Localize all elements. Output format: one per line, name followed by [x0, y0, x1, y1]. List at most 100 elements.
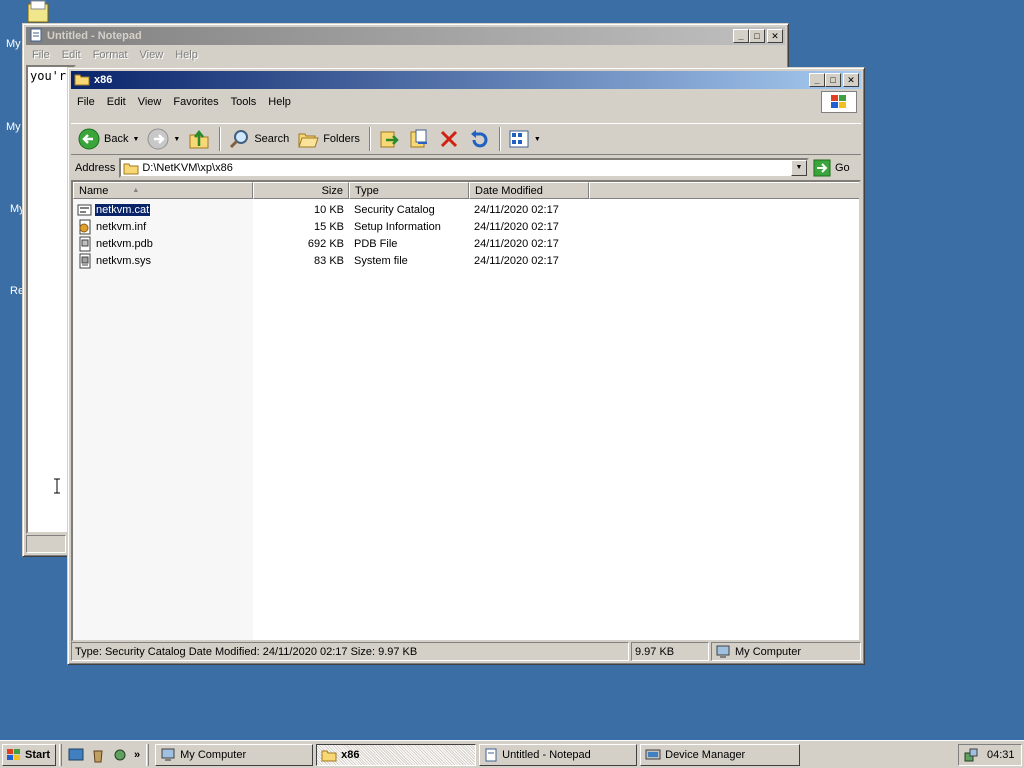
- task-label: x86: [341, 748, 360, 761]
- copy-to-icon: [410, 129, 427, 148]
- file-name-cell: netkvm.cat: [73, 202, 253, 218]
- copy-to-button[interactable]: [405, 126, 433, 152]
- file-icon: [79, 236, 91, 251]
- search-icon: [230, 130, 249, 149]
- start-label: Start: [25, 748, 51, 761]
- column-name-label: Name: [79, 184, 109, 197]
- search-button[interactable]: Search: [225, 126, 292, 152]
- maximize-button[interactable]: □: [825, 73, 841, 87]
- quick-launch-overflow[interactable]: »: [134, 749, 140, 761]
- file-type: System file: [354, 254, 408, 267]
- task-notepad[interactable]: Untitled - Notepad: [479, 743, 638, 766]
- notepad-titlebar[interactable]: Untitled - Notepad _ □ ✕: [26, 27, 785, 45]
- list-header: Name ▲ Size Type Date Modified: [73, 182, 859, 199]
- menu-edit[interactable]: Edit: [56, 49, 87, 61]
- notepad-statusbar: [26, 535, 66, 553]
- menu-format[interactable]: Format: [87, 49, 134, 61]
- minimize-button[interactable]: _: [809, 73, 825, 87]
- table-row[interactable]: netkvm.cat 10 KB Security Catalog 24/11/…: [73, 201, 859, 218]
- file-name[interactable]: netkvm.pdb: [95, 238, 154, 250]
- address-dropdown-button[interactable]: ▼: [791, 159, 807, 176]
- clock[interactable]: 04:31: [987, 749, 1015, 761]
- folders-label: Folders: [323, 133, 360, 145]
- quick-launch: »: [65, 747, 143, 763]
- folders-button[interactable]: Folders: [294, 126, 363, 152]
- go-button[interactable]: Go: [813, 159, 857, 177]
- move-to-button[interactable]: [375, 126, 403, 152]
- task-x86[interactable]: x86: [316, 743, 477, 766]
- table-row[interactable]: netkvm.sys 83 KB System file 24/11/2020 …: [73, 252, 859, 269]
- go-arrow-icon: [813, 159, 831, 176]
- go-label: Go: [835, 161, 850, 174]
- desktop-label-2[interactable]: My: [6, 121, 21, 133]
- address-label: Address: [75, 161, 116, 174]
- menu-tools[interactable]: Tools: [225, 96, 263, 108]
- file-size: 692 KB: [307, 237, 344, 250]
- address-value: D:\NetKVM\xp\x86: [142, 161, 233, 174]
- task-device-manager[interactable]: Device Manager: [640, 743, 801, 766]
- menu-file[interactable]: File: [26, 49, 56, 61]
- table-row[interactable]: netkvm.pdb 692 KB PDB File 24/11/2020 02…: [73, 235, 859, 252]
- network-icon[interactable]: [963, 747, 979, 763]
- up-folder-button[interactable]: [185, 126, 213, 152]
- column-header-filler: [589, 182, 859, 199]
- undo-button[interactable]: [465, 126, 493, 152]
- task-label: Device Manager: [665, 748, 746, 761]
- menu-file[interactable]: File: [71, 96, 101, 108]
- file-list[interactable]: Name ▲ Size Type Date Modified netkvm.ca…: [71, 180, 861, 642]
- menu-help[interactable]: Help: [169, 49, 204, 61]
- desktop-icon-documents[interactable]: [24, 0, 52, 24]
- chevron-down-icon[interactable]: ▼: [173, 136, 180, 143]
- task-my-computer[interactable]: My Computer: [155, 743, 314, 766]
- file-size: 15 KB: [314, 220, 344, 233]
- maximize-button[interactable]: □: [749, 29, 765, 43]
- column-header-type[interactable]: Type: [349, 182, 469, 199]
- back-button[interactable]: Back ▼: [75, 126, 142, 152]
- file-name[interactable]: netkvm.inf: [95, 221, 147, 233]
- menu-help[interactable]: Help: [262, 96, 297, 108]
- start-button[interactable]: Start: [2, 743, 56, 766]
- system-tray: 04:31: [958, 744, 1022, 766]
- close-button[interactable]: ✕: [767, 29, 783, 43]
- recycle-icon[interactable]: [90, 747, 106, 763]
- file-name-cell: netkvm.inf: [73, 219, 253, 235]
- back-label: Back: [104, 133, 129, 145]
- undo-icon: [470, 130, 488, 148]
- column-header-date[interactable]: Date Modified: [469, 182, 589, 199]
- address-input[interactable]: D:\NetKVM\xp\x86 ▼: [119, 157, 809, 178]
- windows-logo-icon: [821, 91, 857, 113]
- toolbar-separator: [219, 127, 222, 151]
- explorer-titlebar[interactable]: x86 _ □ ✕: [71, 71, 861, 89]
- column-header-name[interactable]: Name ▲: [73, 182, 253, 199]
- menu-favorites[interactable]: Favorites: [167, 96, 224, 108]
- folder-icon: [321, 750, 337, 761]
- views-icon: [509, 130, 529, 148]
- address-bar: Address D:\NetKVM\xp\x86 ▼ Go: [71, 156, 861, 179]
- file-name[interactable]: netkvm.cat: [93, 202, 152, 217]
- close-button[interactable]: ✕: [843, 73, 859, 87]
- status-size: 9.97 KB: [631, 642, 709, 661]
- desktop-label-1[interactable]: My: [6, 38, 21, 50]
- notepad-menubar: File Edit Format View Help: [26, 45, 785, 64]
- menu-view[interactable]: View: [134, 49, 170, 61]
- status-info: Type: Security Catalog Date Modified: 24…: [71, 642, 629, 661]
- forward-button[interactable]: ▼: [144, 126, 183, 152]
- column-header-size[interactable]: Size: [253, 182, 349, 199]
- file-rows: netkvm.cat 10 KB Security Catalog 24/11/…: [73, 201, 859, 269]
- views-button[interactable]: ▼: [505, 126, 544, 152]
- menu-edit[interactable]: Edit: [101, 96, 132, 108]
- settings-icon[interactable]: [112, 747, 128, 763]
- menu-view[interactable]: View: [132, 96, 168, 108]
- toolbar-separator: [368, 127, 371, 151]
- chevron-down-icon[interactable]: ▼: [132, 136, 139, 143]
- minimize-button[interactable]: _: [733, 29, 749, 43]
- delete-button[interactable]: [435, 126, 463, 152]
- chevron-down-icon[interactable]: ▼: [534, 136, 541, 143]
- file-name-cell: netkvm.pdb: [73, 236, 253, 252]
- table-row[interactable]: netkvm.inf 15 KB Setup Information 24/11…: [73, 218, 859, 235]
- delete-icon: [440, 130, 457, 148]
- file-date: 24/11/2020 02:17: [474, 203, 559, 216]
- show-desktop-icon[interactable]: [68, 747, 84, 763]
- explorer-menubar: File Edit View Favorites Tools Help: [71, 91, 861, 113]
- file-name[interactable]: netkvm.sys: [95, 255, 152, 267]
